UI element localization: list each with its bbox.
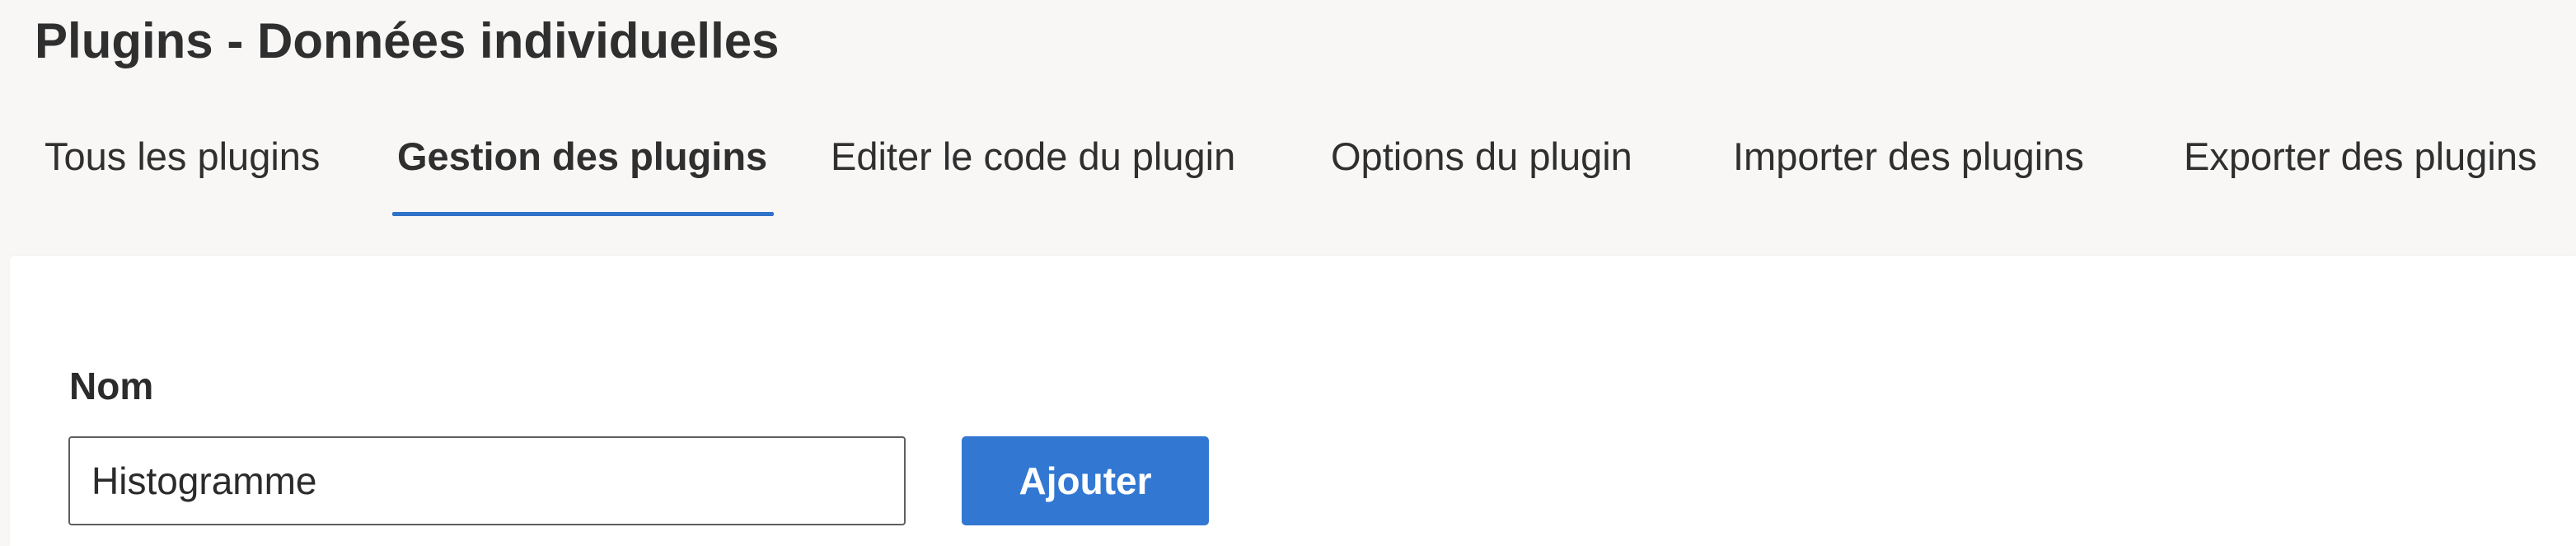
tab-edit-plugin-code[interactable]: Editer le code du plugin bbox=[831, 124, 1235, 216]
active-tab-indicator bbox=[392, 212, 775, 216]
tab-plugin-options[interactable]: Options du plugin bbox=[1331, 124, 1632, 216]
name-field-label: Nom bbox=[69, 365, 154, 407]
tab-bar: Tous les plugins Gestion des plugins Edi… bbox=[0, 124, 2576, 216]
tab-plugin-management-label: Gestion des plugins bbox=[397, 134, 768, 178]
add-button[interactable]: Ajouter bbox=[962, 436, 1209, 525]
tab-plugin-management[interactable]: Gestion des plugins bbox=[392, 124, 775, 216]
page-title: Plugins - Données individuelles bbox=[35, 13, 780, 68]
tab-export-plugins[interactable]: Exporter des plugins bbox=[2184, 124, 2536, 216]
tab-all-plugins[interactable]: Tous les plugins bbox=[44, 124, 320, 216]
tab-import-plugins[interactable]: Importer des plugins bbox=[1733, 124, 2084, 216]
plugin-management-panel: Nom Ajouter bbox=[10, 256, 2576, 546]
plugin-name-input[interactable] bbox=[68, 436, 906, 525]
